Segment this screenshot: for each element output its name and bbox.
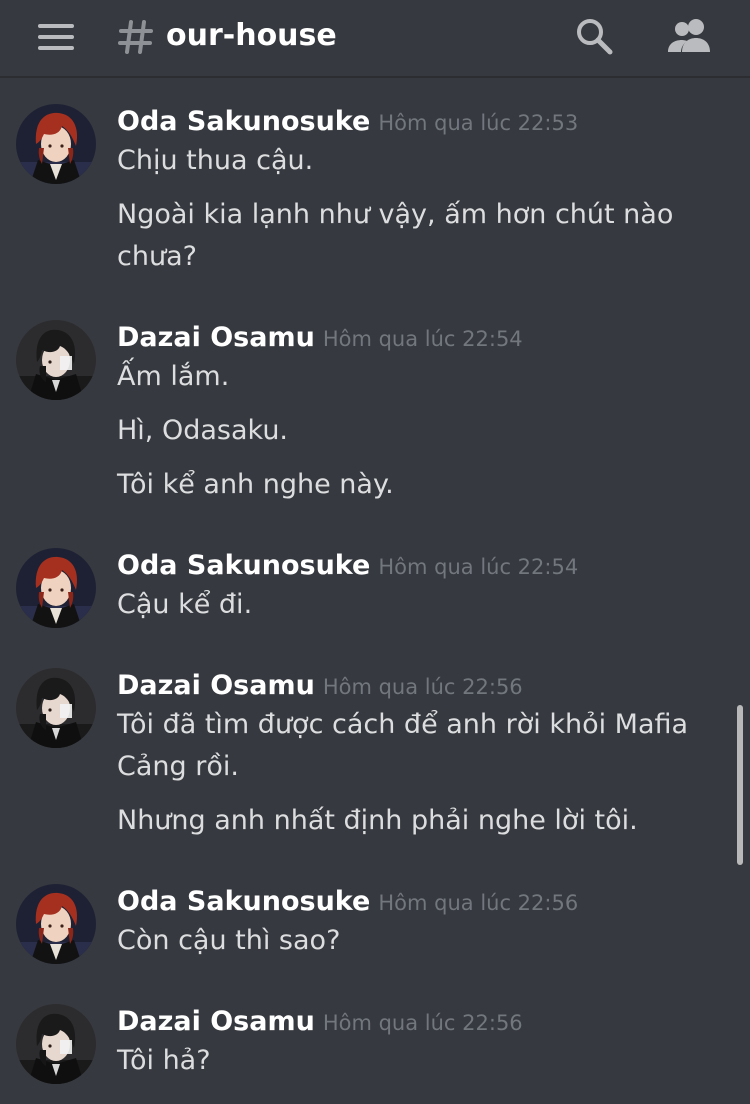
message-header: Dazai Osamu Hôm qua lúc 22:56 bbox=[117, 668, 523, 707]
message-text: Chịu thua cậu. bbox=[117, 145, 314, 176]
message-header: Dazai Osamu Hôm qua lúc 22:56 bbox=[117, 1004, 523, 1043]
author-name[interactable]: Oda Sakunosuke bbox=[117, 106, 370, 137]
avatar[interactable] bbox=[16, 884, 96, 964]
avatar[interactable] bbox=[16, 548, 96, 628]
message-text: Cậu kể đi. bbox=[117, 589, 253, 620]
message-text: Tôi hả? bbox=[117, 1045, 211, 1076]
message-header: Dazai Osamu Hôm qua lúc 22:54 bbox=[117, 320, 523, 359]
scrollbar-thumb[interactable] bbox=[737, 705, 743, 865]
message-body: Cậu kể đi. bbox=[117, 584, 717, 638]
message-body: Tôi hả? bbox=[117, 1040, 717, 1094]
message-text: Tôi kể anh nghe này. bbox=[117, 469, 394, 500]
message-header: Oda Sakunosuke Hôm qua lúc 22:54 bbox=[117, 548, 578, 587]
avatar[interactable] bbox=[16, 668, 96, 748]
avatar[interactable] bbox=[16, 104, 96, 184]
hamburger-menu-icon[interactable] bbox=[38, 24, 74, 50]
message-text: Tôi đã tìm được cách để anh rời khỏi Maf… bbox=[117, 709, 689, 782]
avatar[interactable] bbox=[16, 1004, 96, 1084]
timestamp: Hôm qua lúc 22:56 bbox=[322, 675, 523, 699]
author-name[interactable]: Dazai Osamu bbox=[117, 1006, 315, 1037]
timestamp: Hôm qua lúc 22:54 bbox=[378, 555, 579, 579]
message-body: Chịu thua cậu. Ngoài kia lạnh như vậy, ấ… bbox=[117, 140, 717, 290]
avatar[interactable] bbox=[16, 320, 96, 400]
message-body: Tôi đã tìm được cách để anh rời khỏi Maf… bbox=[117, 704, 717, 854]
message-text: Còn cậu thì sao? bbox=[117, 925, 341, 956]
message-text: Nhưng anh nhất định phải nghe lời tôi. bbox=[117, 805, 638, 836]
channel-name: our-house bbox=[166, 18, 337, 53]
hash-icon bbox=[118, 20, 153, 54]
message-header: Oda Sakunosuke Hôm qua lúc 22:53 bbox=[117, 104, 578, 143]
timestamp: Hôm qua lúc 22:56 bbox=[322, 1011, 523, 1035]
author-name[interactable]: Oda Sakunosuke bbox=[117, 886, 370, 917]
message-body: Ấm lắm. Hì, Odasaku. Tôi kể anh nghe này… bbox=[117, 356, 717, 518]
timestamp: Hôm qua lúc 22:54 bbox=[322, 327, 523, 351]
message-text: Ngoài kia lạnh như vậy, ấm hơn chút nào … bbox=[117, 199, 674, 272]
message-list[interactable]: Oda Sakunosuke Hôm qua lúc 22:53 Chịu thu… bbox=[0, 80, 750, 1104]
search-icon[interactable] bbox=[574, 16, 614, 56]
message-header: Oda Sakunosuke Hôm qua lúc 22:56 bbox=[117, 884, 578, 923]
timestamp: Hôm qua lúc 22:53 bbox=[378, 111, 579, 135]
author-name[interactable]: Dazai Osamu bbox=[117, 322, 315, 353]
author-name[interactable]: Oda Sakunosuke bbox=[117, 550, 370, 581]
author-name[interactable]: Dazai Osamu bbox=[117, 670, 315, 701]
message-body: Còn cậu thì sao? bbox=[117, 920, 717, 974]
members-icon[interactable] bbox=[665, 16, 715, 56]
message-text: Hì, Odasaku. bbox=[117, 415, 289, 446]
channel-header: our-house bbox=[0, 0, 750, 78]
message-text: Ấm lắm. bbox=[117, 361, 230, 392]
timestamp: Hôm qua lúc 22:56 bbox=[378, 891, 579, 915]
